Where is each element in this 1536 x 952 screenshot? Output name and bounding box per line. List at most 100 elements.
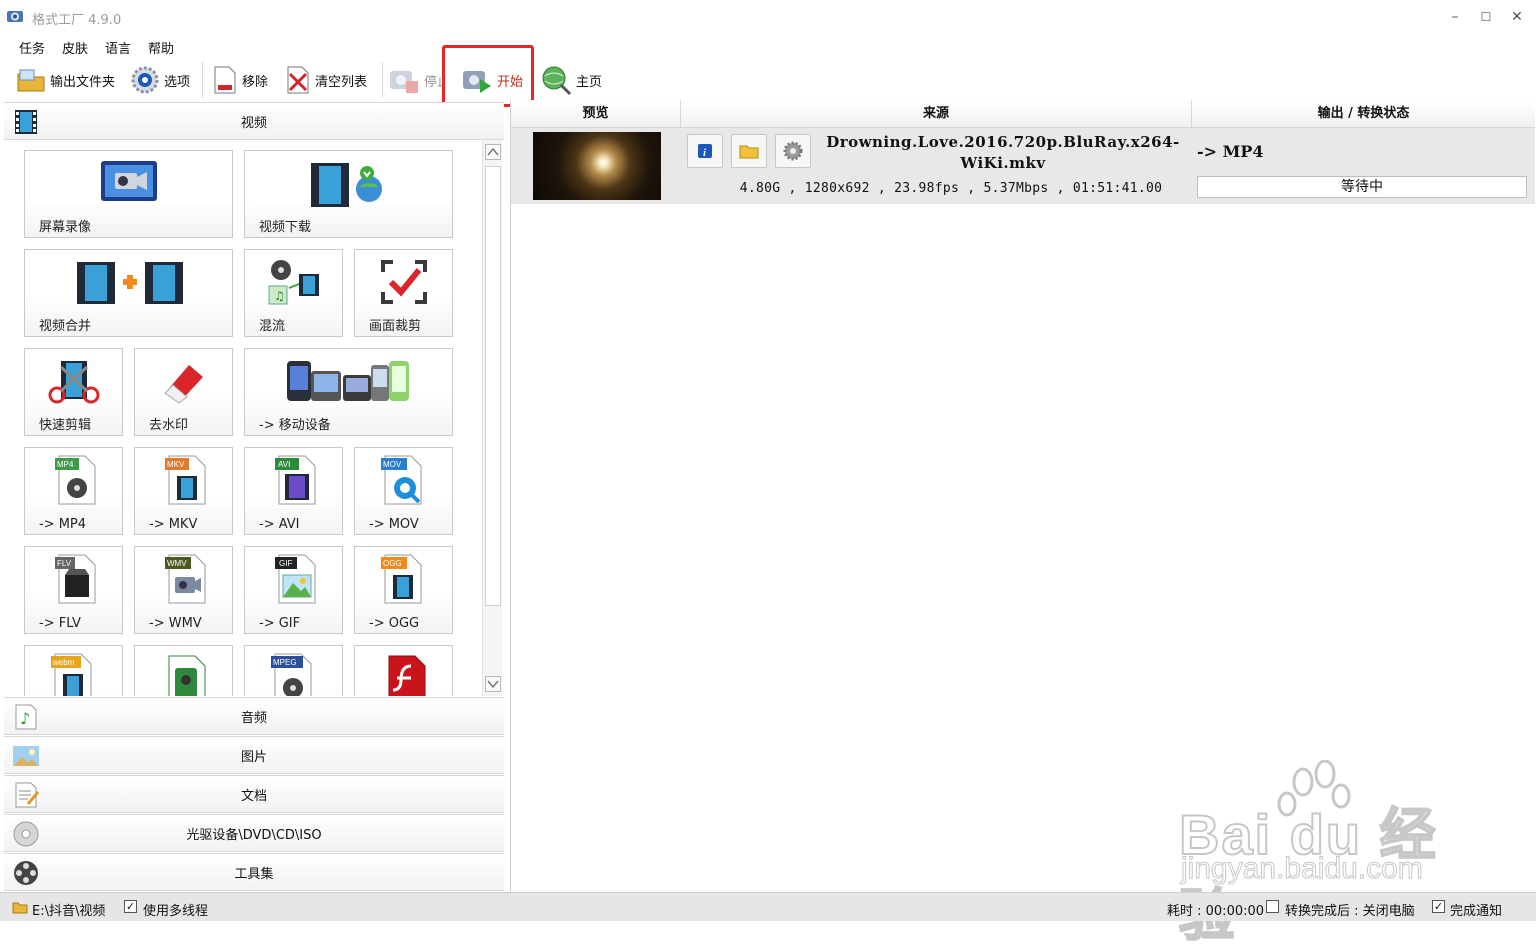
image-icon	[13, 746, 39, 766]
options-button[interactable]: 选项	[130, 64, 190, 96]
stop-button[interactable]: 停止	[388, 64, 442, 96]
folder-icon	[17, 69, 45, 92]
toolbar: 输出文件夹 选项 移除 清空列表 停止 开始	[0, 60, 1536, 100]
film-reel-icon	[14, 861, 38, 885]
scroll-up-button[interactable]	[485, 144, 501, 160]
avi-file-icon: AVI	[275, 455, 316, 505]
task-row[interactable]: i Drowning.Love.2016.720p.BluRay.x264-Wi…	[511, 128, 1535, 204]
svg-text:♪: ♪	[20, 709, 30, 728]
tile-to-gif[interactable]: GIF -> GIF	[244, 546, 343, 634]
category-video-label: 视频	[240, 115, 267, 131]
source-file-info: 4.80G , 1280x692 , 23.98fps , 5.37Mbps ,…	[739, 181, 1163, 196]
crop-check-icon	[381, 260, 427, 304]
mpeg-file-icon: MPEG	[271, 653, 312, 696]
close-button[interactable]: ✕	[1502, 6, 1532, 28]
badge-text: MPEG	[273, 658, 297, 667]
video-preview-thumbnail	[533, 132, 661, 200]
tile-label: 屏幕录像	[39, 220, 92, 235]
minimize-button[interactable]: –	[1440, 6, 1470, 28]
mp4-file-icon: MP4	[55, 455, 96, 505]
menu-skin[interactable]: 皮肤	[62, 38, 88, 57]
after-done-checkbox[interactable]	[1266, 900, 1279, 913]
film-strip-icon	[15, 110, 37, 134]
tile-to-ogg[interactable]: OGG -> OGG	[354, 546, 453, 634]
remove-button[interactable]: 移除	[212, 64, 268, 96]
tile-to-3gp[interactable]	[134, 645, 233, 696]
category-document-header[interactable]: 文档	[4, 775, 504, 813]
tile-label: -> AVI	[259, 517, 300, 532]
menu-language[interactable]: 语言	[105, 38, 131, 57]
watermark-url: jingyan.baidu.com	[1181, 852, 1424, 886]
tile-crop[interactable]: 画面裁剪	[354, 249, 453, 337]
tile-video-download[interactable]: 视频下载	[244, 150, 453, 238]
tile-to-mkv[interactable]: MKV -> MKV	[134, 447, 233, 535]
tile-label: -> MOV	[369, 517, 419, 532]
badge-text: OGG	[383, 559, 402, 568]
flash-file-icon	[388, 655, 426, 696]
clear-list-button[interactable]: 清空列表	[285, 64, 367, 96]
tile-to-flv[interactable]: FLV -> FLV	[24, 546, 123, 634]
start-highlight-box	[442, 45, 534, 107]
status-bar: E:\抖音\视频 ✓ 使用多线程 耗时 : 00:00:00 转换完成后 : 关…	[0, 892, 1536, 921]
tile-to-avi[interactable]: AVI -> AVI	[244, 447, 343, 535]
tile-quick-cut[interactable]: 快速剪辑	[24, 348, 123, 436]
tile-to-mpeg[interactable]: MPEG	[244, 645, 343, 696]
menu-help[interactable]: 帮助	[148, 38, 174, 57]
category-disc-label: 光驱设备\DVD\CD\ISO	[186, 827, 322, 843]
menu-task[interactable]: 任务	[19, 38, 45, 57]
category-image-header[interactable]: 图片	[4, 736, 504, 774]
toolbar-separator	[382, 62, 383, 98]
tile-label: -> FLV	[39, 616, 81, 631]
tile-to-mp4[interactable]: MP4 -> MP4	[24, 447, 123, 535]
tile-to-webm[interactable]: webm	[24, 645, 123, 696]
category-video-header[interactable]: 视频	[4, 102, 504, 140]
tile-mobile-device[interactable]: -> 移动设备	[244, 348, 453, 436]
tile-screen-record[interactable]: 屏幕录像	[24, 150, 233, 238]
tile-label: 混流	[259, 319, 286, 334]
tile-video-merge[interactable]: 视频合并	[24, 249, 233, 337]
category-audio-label: 音频	[240, 710, 267, 726]
info-button[interactable]: i	[687, 134, 723, 168]
clear-list-label: 清空列表	[315, 74, 368, 90]
category-audio-header[interactable]: ♪ 音频	[4, 697, 504, 735]
maximize-button[interactable]: ☐	[1471, 6, 1501, 28]
tile-label: 画面裁剪	[369, 319, 422, 334]
gif-file-icon: GIF	[275, 554, 316, 604]
column-source[interactable]: 来源	[681, 100, 1192, 128]
stop-icon	[390, 71, 418, 93]
tile-to-mov[interactable]: MOV -> MOV	[354, 447, 453, 535]
eraser-icon	[164, 365, 203, 404]
category-tools-header[interactable]: 工具集	[4, 853, 504, 891]
open-folder-button[interactable]	[731, 134, 767, 168]
category-disc-header[interactable]: 光驱设备\DVD\CD\ISO	[4, 814, 504, 852]
tile-label: -> OGG	[369, 616, 420, 631]
output-folder-label: 输出文件夹	[50, 74, 116, 90]
task-settings-button[interactable]	[775, 134, 811, 168]
folder-icon	[12, 902, 28, 914]
source-file-name: Drowning.Love.2016.720p.BluRay.x264-WiKi…	[826, 133, 1180, 172]
home-button[interactable]: 主页	[540, 64, 602, 96]
home-label: 主页	[576, 74, 603, 90]
column-output-status[interactable]: 输出 / 转换状态	[1192, 100, 1535, 128]
options-label: 选项	[164, 74, 191, 90]
gear-icon	[131, 66, 159, 94]
folder-icon	[739, 145, 759, 159]
tile-remove-watermark[interactable]: 去水印	[134, 348, 233, 436]
column-preview[interactable]: 预览	[511, 100, 681, 128]
flv-file-icon: FLV	[55, 554, 96, 604]
scroll-down-button[interactable]	[485, 676, 501, 692]
tile-to-wmv[interactable]: WMV -> WMV	[134, 546, 233, 634]
tile-label: -> GIF	[259, 616, 301, 631]
multithread-checkbox[interactable]: ✓	[124, 900, 137, 913]
output-path[interactable]: E:\抖音\视频	[32, 900, 105, 919]
tile-mux[interactable]: ♫ 混流	[244, 249, 343, 337]
tile-scrollbar[interactable]	[482, 140, 502, 696]
document-icon	[15, 782, 40, 808]
remove-document-icon	[214, 66, 236, 94]
scrollbar-thumb[interactable]	[485, 166, 501, 606]
output-folder-button[interactable]: 输出文件夹	[16, 64, 115, 96]
badge-text: AVI	[278, 460, 290, 469]
notify-checkbox[interactable]: ✓	[1432, 900, 1445, 913]
tile-to-swf[interactable]	[354, 645, 453, 696]
home-globe-icon	[542, 66, 572, 96]
